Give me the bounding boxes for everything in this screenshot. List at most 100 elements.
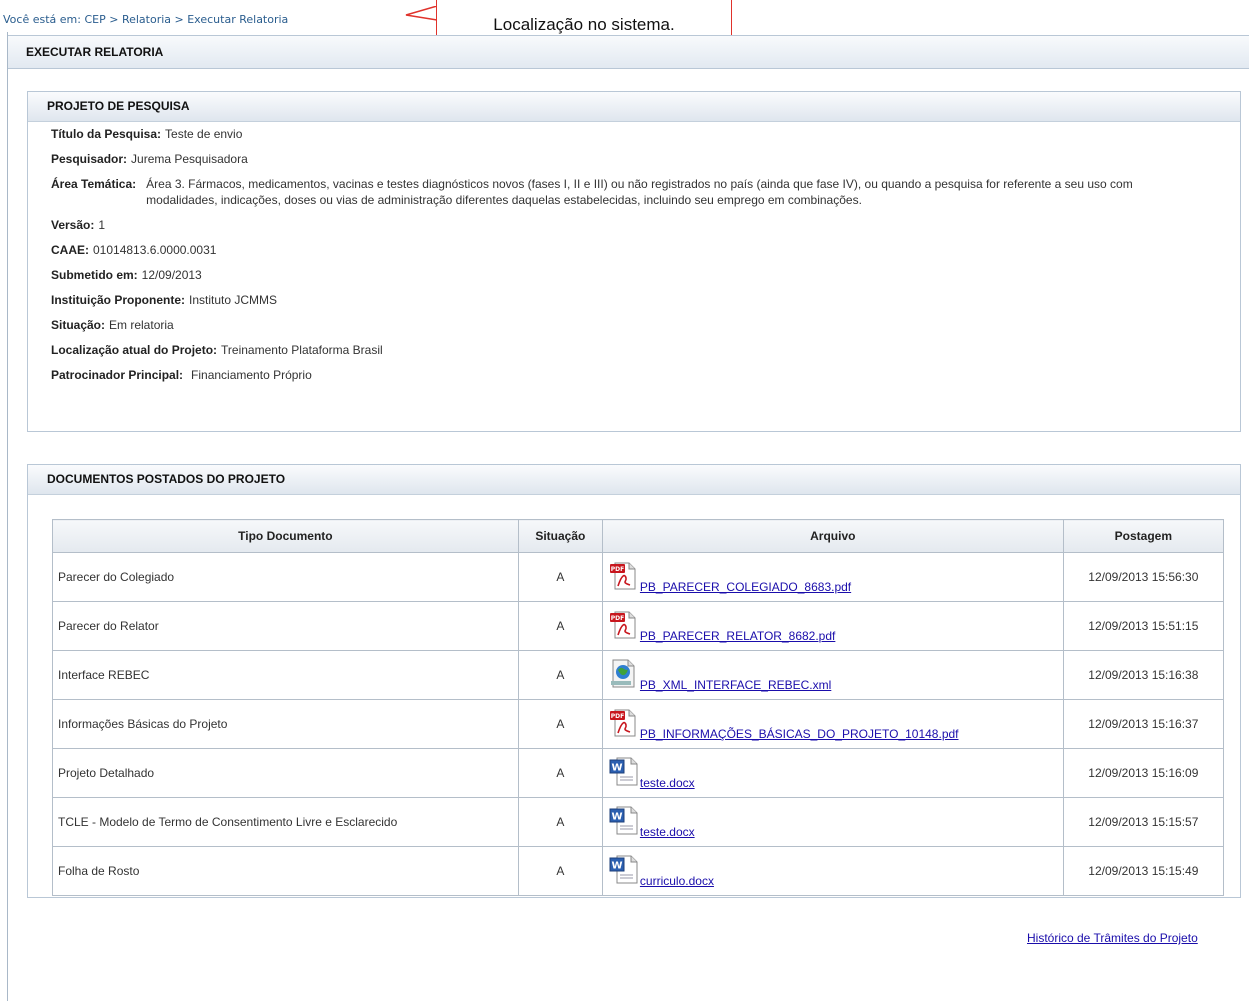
info-label: CAAE: (51, 243, 89, 257)
page-title: EXECUTAR RELATORIA (8, 35, 1249, 69)
word-icon[interactable]: W (608, 805, 640, 837)
breadcrumb-item-relatoria[interactable]: Relatoria (122, 13, 171, 26)
xml-icon[interactable] (608, 658, 640, 690)
info-label: Pesquisador: (51, 152, 128, 166)
info-row-caae: CAAE: 01014813.6.0000.0031 (51, 242, 1240, 258)
info-row-pesquisador: Pesquisador: Jurema Pesquisadora (51, 151, 1240, 167)
cell-postagem: 12/09/2013 15:16:38 (1062, 650, 1225, 700)
table-row: TCLE - Modelo de Termo de Consentimento … (52, 797, 1225, 847)
cell-tipo: Projeto Detalhado (52, 748, 519, 798)
cell-postagem: 12/09/2013 15:51:15 (1062, 601, 1225, 651)
info-row-versao: Versão: 1 (51, 217, 1240, 233)
column-header-arquivo: Arquivo (601, 519, 1064, 553)
breadcrumb-item-executar-relatoria[interactable]: Executar Relatoria (187, 13, 288, 26)
project-info-list: Título da Pesquisa: Teste de envio Pesqui… (28, 122, 1240, 383)
info-label: Versão: (51, 218, 95, 232)
cell-tipo: Folha de Rosto (52, 846, 519, 896)
info-row-localizacao: Localização atual do Projeto: Treinamento… (51, 342, 1240, 358)
project-panel-header: PROJETO DE PESQUISA (28, 92, 1240, 122)
cell-situacao: A (517, 650, 603, 700)
breadcrumb: Você está em: CEP > Relatoria > Executar… (3, 12, 288, 28)
info-row-titulo: Título da Pesquisa: Teste de envio (51, 126, 1240, 142)
svg-text:W: W (611, 763, 622, 774)
table-header-row: Tipo Documento Situação Arquivo Postagem (52, 519, 1225, 553)
info-label: Situação: (51, 318, 106, 332)
pdf-icon[interactable]: PDF (608, 707, 640, 739)
breadcrumb-separator: > (174, 13, 184, 26)
cell-tipo: Informações Básicas do Projeto (52, 699, 519, 749)
historico-tramites-link[interactable]: Histórico de Trâmites do Projeto (1027, 931, 1198, 945)
cell-arquivo: W teste.docx (601, 748, 1064, 798)
cell-postagem: 12/09/2013 15:16:09 (1062, 748, 1225, 798)
file-link[interactable]: curriculo.docx (640, 874, 714, 888)
documents-table: Tipo Documento Situação Arquivo Postagem… (52, 519, 1225, 896)
breadcrumb-item-cep[interactable]: CEP (84, 13, 105, 26)
info-row-submetido: Submetido em: 12/09/2013 (51, 267, 1240, 283)
cell-arquivo: PDF PB_INFORMAÇÕES_BÁSICAS_DO_PROJETO_10… (601, 699, 1064, 749)
column-header-situacao: Situação (517, 519, 603, 553)
info-label: Localização atual do Projeto: (51, 343, 218, 357)
table-row: Projeto Detalhado A W teste.docx 12/09/2… (52, 748, 1225, 798)
table-row: Informações Básicas do Projeto A PDF PB_… (52, 699, 1225, 749)
cell-situacao: A (517, 846, 603, 896)
svg-text:PDF: PDF (611, 713, 624, 720)
info-row-patrocinador: Patrocinador Principal: Financiamento Pró… (51, 367, 1240, 383)
documents-panel-header: DOCUMENTOS POSTADOS DO PROJETO (28, 465, 1240, 495)
cell-arquivo: W curriculo.docx (601, 846, 1064, 896)
word-icon[interactable]: W (608, 854, 640, 886)
info-value: Treinamento Plataforma Brasil (221, 343, 383, 357)
documents-panel: DOCUMENTOS POSTADOS DO PROJETO Tipo Docu… (27, 464, 1241, 898)
svg-text:PDF: PDF (611, 615, 624, 622)
file-link[interactable]: PB_PARECER_RELATOR_8682.pdf (640, 629, 835, 643)
cell-arquivo: PDF PB_PARECER_COLEGIADO_8683.pdf (601, 552, 1064, 602)
cell-postagem: 12/09/2013 15:15:49 (1062, 846, 1225, 896)
svg-text:PDF: PDF (611, 566, 624, 573)
info-value: Em relatoria (109, 318, 174, 332)
cell-situacao: A (517, 601, 603, 651)
cell-postagem: 12/09/2013 15:56:30 (1062, 552, 1225, 602)
info-value: Financiamento Próprio (191, 368, 312, 382)
cell-situacao: A (517, 797, 603, 847)
table-row: Parecer do Colegiado A PDF PB_PARECER_CO… (52, 552, 1225, 602)
info-label: Área Temática: (51, 177, 137, 191)
column-header-postagem: Postagem (1062, 519, 1225, 553)
cell-situacao: A (517, 552, 603, 602)
cell-tipo: Parecer do Relator (52, 601, 519, 651)
cell-tipo: Parecer do Colegiado (52, 552, 519, 602)
info-value: Área 3. Fármacos, medicamentos, vacinas … (146, 177, 1133, 207)
svg-text:W: W (611, 861, 622, 872)
cell-postagem: 12/09/2013 15:16:37 (1062, 699, 1225, 749)
file-link[interactable]: PB_XML_INTERFACE_REBEC.xml (640, 678, 831, 692)
table-row: Parecer do Relator A PDF PB_PARECER_RELA… (52, 601, 1225, 651)
info-value: 01014813.6.0000.0031 (93, 243, 217, 257)
cell-postagem: 12/09/2013 15:15:57 (1062, 797, 1225, 847)
file-link[interactable]: PB_PARECER_COLEGIADO_8683.pdf (640, 580, 851, 594)
cell-arquivo: PB_XML_INTERFACE_REBEC.xml (601, 650, 1064, 700)
info-value: 1 (98, 218, 106, 232)
file-link[interactable]: teste.docx (640, 825, 695, 839)
info-row-area-tematica: Área Temática: Área 3. Fármacos, medicame… (51, 176, 1240, 208)
cell-situacao: A (517, 699, 603, 749)
table-row: Folha de Rosto A W curriculo.docx 12/09/… (52, 846, 1225, 896)
info-row-instituicao: Instituição Proponente: Instituto JCMMS (51, 292, 1240, 308)
project-panel: PROJETO DE PESQUISA Título da Pesquisa: T… (27, 91, 1241, 432)
info-label: Patrocinador Principal: (51, 368, 184, 382)
pdf-icon[interactable]: PDF (608, 560, 640, 592)
pdf-icon[interactable]: PDF (608, 609, 640, 641)
cell-tipo: Interface REBEC (52, 650, 519, 700)
info-label: Título da Pesquisa: (51, 127, 162, 141)
cell-arquivo: W teste.docx (601, 797, 1064, 847)
info-value: Teste de envio (165, 127, 243, 141)
file-link[interactable]: teste.docx (640, 776, 695, 790)
info-row-situacao: Situação: Em relatoria (51, 317, 1240, 333)
info-value: 12/09/2013 (141, 268, 202, 282)
breadcrumb-separator: > (109, 13, 119, 26)
word-icon[interactable]: W (608, 756, 640, 788)
info-value: Instituto JCMMS (189, 293, 278, 307)
file-link[interactable]: PB_INFORMAÇÕES_BÁSICAS_DO_PROJETO_10148.… (640, 727, 959, 741)
info-value: Jurema Pesquisadora (131, 152, 248, 166)
column-header-tipo: Tipo Documento (52, 519, 519, 553)
breadcrumb-prefix: Você está em: (3, 13, 81, 26)
info-label: Submetido em: (51, 268, 138, 282)
svg-text:W: W (611, 812, 622, 823)
